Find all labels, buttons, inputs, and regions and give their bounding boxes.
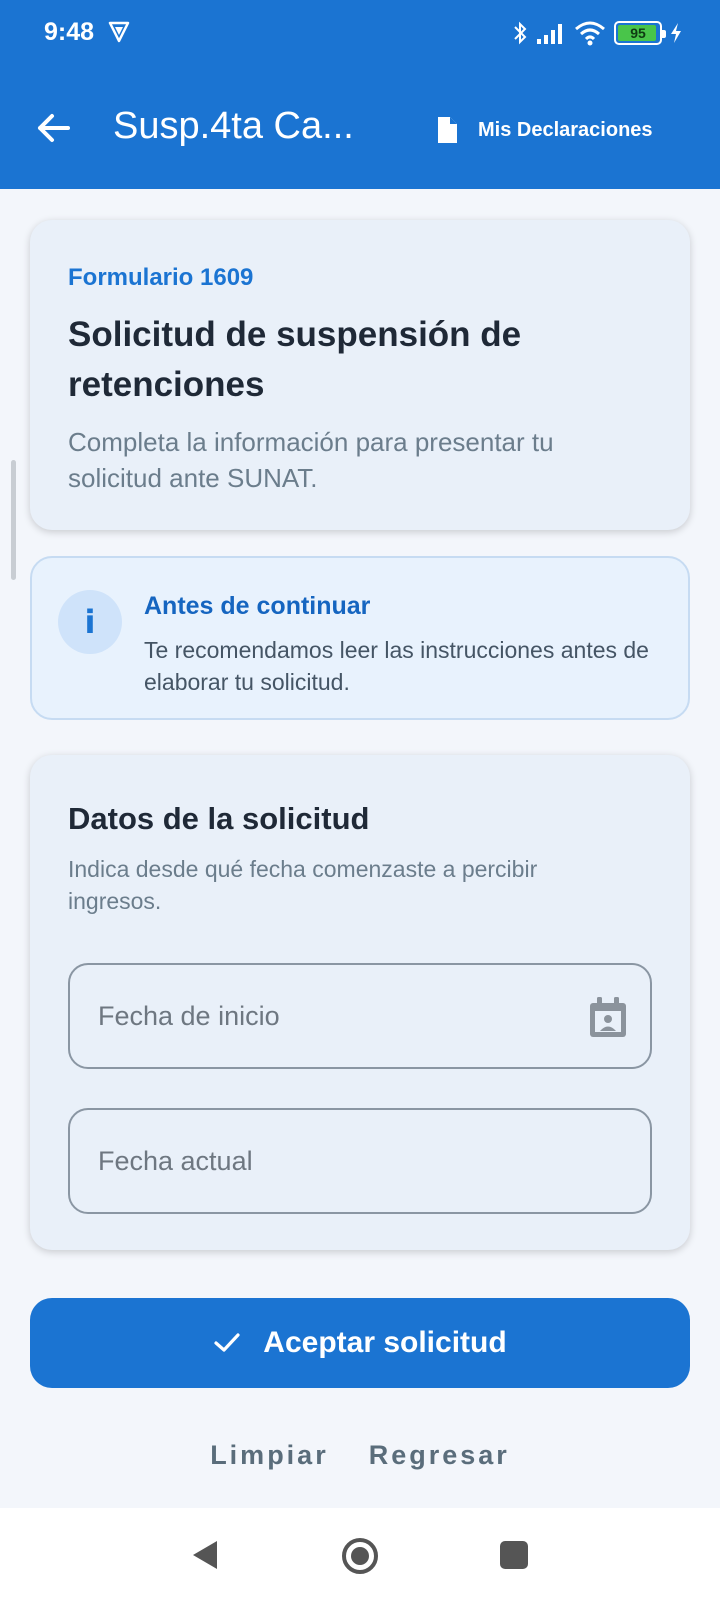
form-number: Formulario 1609: [68, 264, 254, 291]
battery-level: 95: [630, 25, 646, 41]
my-declarations-button[interactable]: Mis Declaraciones: [436, 110, 653, 150]
info-icon: i: [58, 590, 122, 654]
signal-icon: [537, 24, 562, 44]
form-header-card: Formulario 1609 Solicitud de suspensión …: [30, 220, 690, 530]
battery-indicator: 95: [614, 21, 666, 45]
request-data-card: Datos de la solicitud Indica desde qué f…: [30, 755, 690, 1250]
current-date-input[interactable]: [98, 1110, 558, 1212]
nav-recents-icon[interactable]: [500, 1541, 528, 1569]
form-title: Solicitud de suspensión de retenciones: [68, 315, 522, 404]
check-icon: [214, 1333, 240, 1352]
status-bar: 9:48 95: [0, 0, 720, 64]
secondary-actions: Limpiar Regresar: [0, 1440, 720, 1480]
info-notice[interactable]: i Antes de continuar Te recomendamos lee…: [30, 556, 690, 720]
section-subtitle: Indica desde qué fecha comenzaste a perc…: [68, 856, 538, 914]
start-date-input[interactable]: [98, 965, 558, 1067]
charging-icon: [671, 23, 681, 43]
info-text: Te recomendamos leer las instrucciones a…: [144, 637, 649, 695]
page-title: Susp.4ta Ca...: [113, 105, 354, 147]
status-time: 9:48: [44, 18, 95, 46]
document-icon: [438, 117, 457, 143]
section-title: Datos de la solicitud: [68, 801, 370, 836]
start-date-field[interactable]: [68, 963, 652, 1069]
back-arrow-icon[interactable]: [34, 108, 74, 148]
accept-request-label: Aceptar solicitud: [263, 1326, 507, 1359]
calendar-icon[interactable]: [588, 995, 628, 1039]
my-declarations-label: Mis Declaraciones: [478, 118, 653, 141]
nav-back-icon[interactable]: [190, 1538, 220, 1572]
wifi-icon: [575, 21, 605, 46]
current-date-field[interactable]: [68, 1108, 652, 1214]
bluetooth-icon: [514, 21, 527, 45]
battery-cap: [662, 30, 666, 38]
accept-request-button[interactable]: Aceptar solicitud: [30, 1298, 690, 1388]
form-subtitle: Completa la información para presentar t…: [68, 427, 554, 493]
scroll-indicator: [11, 460, 16, 580]
status-icons: 95: [512, 18, 682, 48]
nav-home-icon[interactable]: [340, 1536, 380, 1576]
back-button[interactable]: Regresar: [369, 1440, 510, 1480]
clear-button[interactable]: Limpiar: [210, 1440, 329, 1480]
info-title: Antes de continuar: [144, 592, 371, 620]
app-header: 9:48 95 Susp.4ta Ca... Mis Declaraciones: [0, 0, 720, 189]
vpn-shield-icon: [108, 21, 130, 43]
system-navigation-bar: [0, 1508, 720, 1600]
